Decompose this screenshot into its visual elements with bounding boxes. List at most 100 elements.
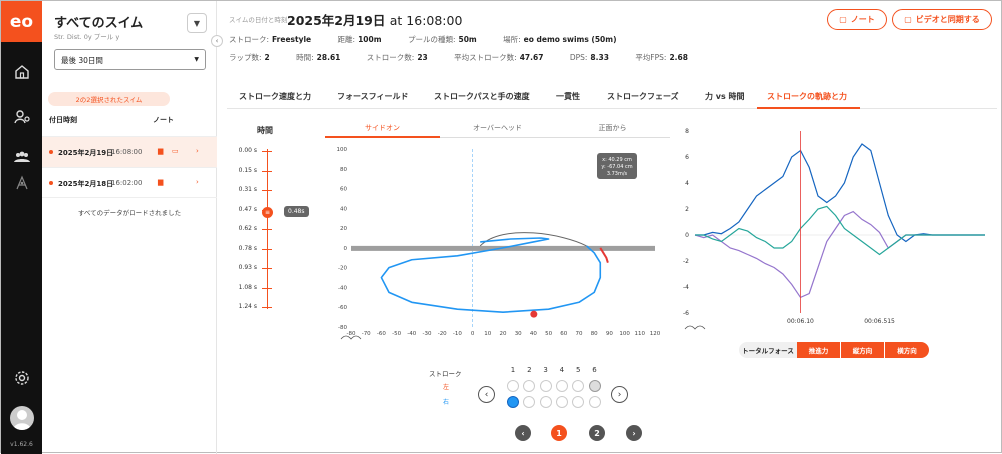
meta-key: 場所:	[503, 35, 521, 44]
meta-value: 47.67	[519, 53, 544, 62]
tab-side-on[interactable]: サイドオン	[325, 123, 440, 133]
collapse-sidebar-button[interactable]: ‹	[211, 35, 223, 47]
tab-stroke-trajectory[interactable]: ストロークの軌跡と力	[767, 91, 847, 102]
swim-date: 2025年2月19日	[58, 149, 114, 157]
grip-icon: ≡	[264, 209, 271, 216]
note-icon[interactable]: ▆	[158, 178, 163, 186]
left-stroke-toggle[interactable]	[572, 380, 585, 392]
time-slider-handle[interactable]: ≡	[262, 207, 273, 218]
time-tick	[262, 151, 272, 152]
sidebar-dropdown-button[interactable]: ▼	[187, 13, 207, 33]
left-stroke-toggle[interactable]	[588, 380, 601, 392]
next-page-button[interactable]: ›	[626, 425, 642, 441]
analysis-tabs: ストローク速度と力 フォースフィールド ストロークパスと手の速度 一貫性 ストロ…	[227, 83, 997, 109]
y-tick-label: 2	[685, 206, 689, 213]
meta-value: 2.68	[669, 53, 688, 62]
meta-key: 距離:	[337, 35, 356, 44]
stroke-number: 5	[575, 366, 581, 374]
time-tick-label: 0.15 s	[238, 166, 257, 174]
tab-stroke-path[interactable]: ストロークパスと手の速度	[434, 91, 530, 102]
eo-logo[interactable]: eo	[1, 1, 42, 42]
y-tick-label: 20	[340, 226, 347, 232]
prev-stroke-button[interactable]: ‹	[478, 386, 495, 403]
y-tick-label: -6	[683, 310, 689, 317]
x-tick-label: 50	[545, 331, 552, 337]
swim-row[interactable]: 2025年2月18日 16:02:00 ▆ ›	[42, 167, 217, 198]
swim-date-title: 2025年2月19日	[287, 13, 386, 28]
active-view-underline	[325, 136, 440, 138]
meta-key: ストローク:	[229, 35, 270, 44]
app-window: eo v1.62.6 すべてのスイム Str. Dist. 0y プール y ▼…	[0, 0, 1002, 454]
chevron-left-icon: ‹	[484, 389, 489, 400]
stroke-number: 4	[559, 366, 565, 374]
note-button-label: ノート	[850, 15, 875, 24]
right-stroke-toggle[interactable]	[588, 396, 601, 408]
tab-force-vs-time[interactable]: 力 vs 時間	[705, 91, 745, 102]
video-icon[interactable]: ▭	[172, 147, 179, 155]
meta-key: ストローク数:	[366, 53, 415, 62]
prev-page-button[interactable]: ‹	[515, 425, 531, 441]
chevron-right-icon[interactable]: ›	[196, 178, 199, 186]
time-tick	[262, 190, 272, 191]
lateral-force-button[interactable]: 横方向	[885, 342, 929, 358]
swim-date: 2025年2月18日	[58, 180, 114, 188]
swim-time-title: at 16:08:00	[389, 13, 463, 28]
left-hand-label: 左	[443, 384, 450, 391]
meta-dps: DPS: 8.33	[570, 53, 621, 62]
x-tick-label: 30	[515, 331, 522, 337]
right-stroke-toggle[interactable]	[555, 396, 568, 408]
left-stroke-toggle[interactable]	[555, 380, 568, 392]
page-1-button[interactable]: 1	[551, 425, 567, 441]
meta-fps: 平均FPS: 2.68	[635, 53, 700, 62]
vertical-force-button[interactable]: 縦方向	[841, 342, 885, 358]
team-icon[interactable]	[13, 148, 31, 166]
total-force-line	[695, 143, 985, 243]
swimmer-icon[interactable]	[13, 108, 31, 126]
left-stroke-toggle[interactable]	[539, 380, 552, 392]
vertical-force-line	[694, 210, 985, 299]
tab-stroke-speed-force[interactable]: ストローク速度と力	[239, 91, 311, 102]
analytics-icon[interactable]	[13, 174, 31, 192]
stroke-number: 2	[527, 366, 532, 374]
right-stroke-toggle[interactable]	[539, 396, 552, 408]
settings-icon[interactable]	[13, 369, 31, 387]
x-tick-label: 100	[619, 331, 630, 337]
note-button[interactable]: ▢ ノート	[827, 9, 887, 30]
time-tick	[262, 268, 272, 269]
left-stroke-toggle[interactable]	[523, 380, 536, 392]
total-force-button[interactable]: トータルフォース	[739, 342, 797, 358]
tab-consistency[interactable]: 一貫性	[556, 91, 580, 102]
chevron-right-icon: ›	[632, 428, 636, 438]
right-stroke-toggle[interactable]	[523, 396, 536, 408]
tab-front[interactable]: 正面から	[555, 123, 670, 133]
note-icon[interactable]: ▆	[158, 147, 163, 155]
app-version: v1.62.6	[10, 441, 33, 448]
chevron-right-icon[interactable]: ›	[196, 147, 199, 155]
swim-row[interactable]: 2025年2月19日 16:08:00 ▆ ▭ ›	[42, 136, 217, 167]
avatar[interactable]	[10, 406, 34, 430]
sync-video-label: ビデオと同期する	[915, 15, 980, 24]
tab-stroke-phases[interactable]: ストロークフェーズ	[607, 91, 679, 102]
home-icon[interactable]	[13, 63, 31, 81]
sync-video-button[interactable]: ▢ ビデオと同期する	[892, 9, 992, 30]
right-stroke-toggle[interactable]	[507, 396, 519, 408]
period-select[interactable]: 最後 30日間 ▼	[54, 49, 206, 70]
right-stroke-toggle[interactable]	[572, 396, 585, 408]
note-icon: ▢	[839, 15, 847, 24]
left-stroke-toggle[interactable]	[507, 380, 519, 392]
meta-stroke: ストローク: Freestyle	[229, 35, 323, 44]
tab-overhead[interactable]: オーバーヘッド	[440, 123, 555, 133]
x-tick-label: 10	[484, 331, 491, 337]
sidebar-subtitle: Str. Dist. 0y プール y	[54, 33, 120, 41]
meta-value: Freestyle	[272, 35, 312, 44]
propulsive-force-button[interactable]: 推進力	[797, 342, 841, 358]
y-tick-label: 0	[344, 246, 348, 252]
swim-time: 16:02:00	[111, 179, 143, 187]
next-stroke-button[interactable]: ›	[611, 386, 628, 403]
time-tick-label: 0.47 s	[238, 205, 257, 213]
page-2-button[interactable]: 2	[589, 425, 605, 441]
active-tab-underline	[757, 107, 860, 109]
meta-value: 50m	[458, 35, 477, 44]
x-tick-label: -10	[453, 331, 462, 337]
tab-force-field[interactable]: フォースフィールド	[337, 91, 408, 102]
